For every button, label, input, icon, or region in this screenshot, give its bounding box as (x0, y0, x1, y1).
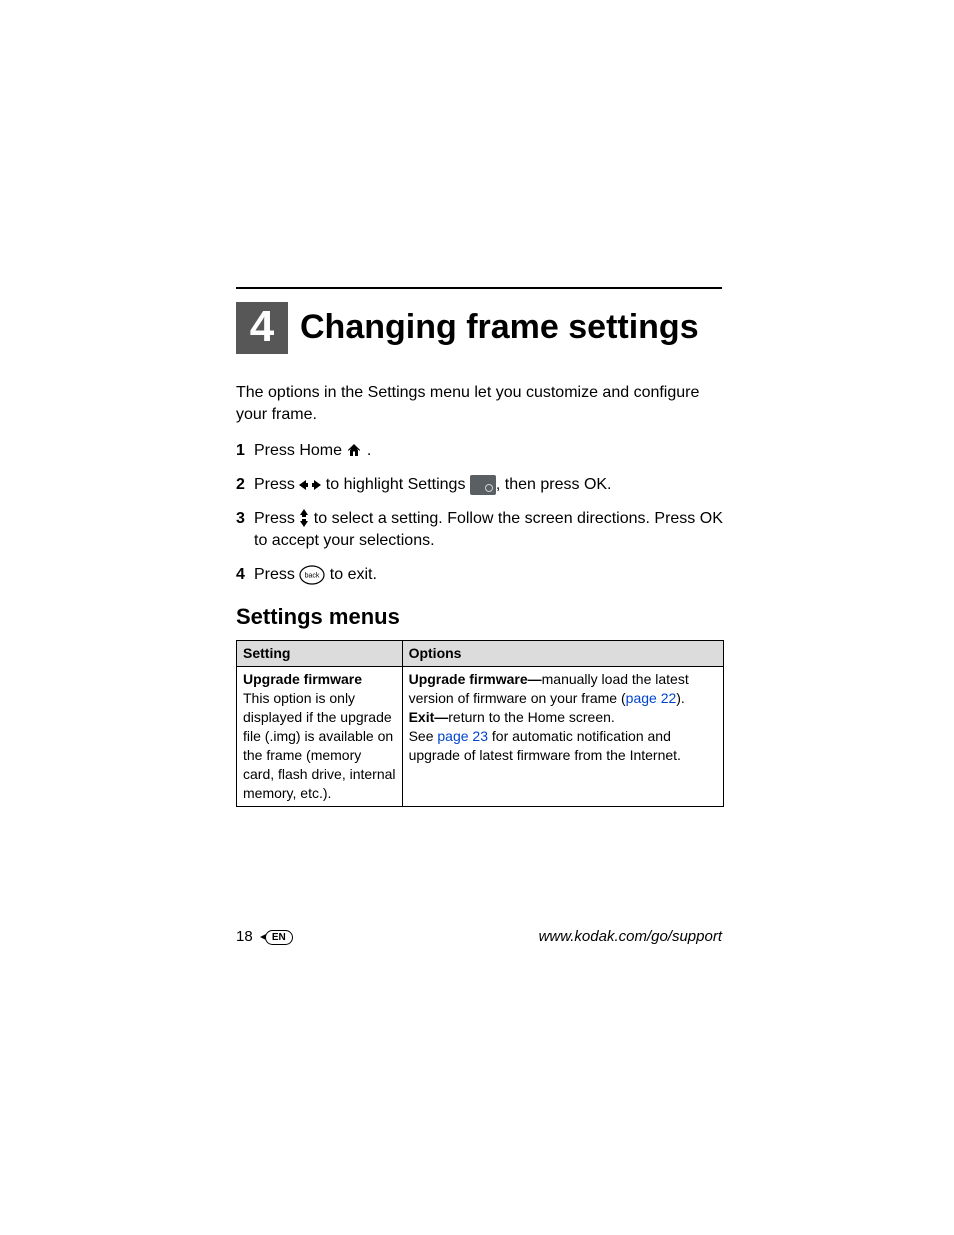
link-page-22[interactable]: page 22 (626, 690, 677, 706)
step-2: Press to highlight Settings , then press… (236, 474, 724, 496)
step-2-text-a: Press (254, 476, 299, 493)
step-4: Press back to exit. (236, 564, 724, 586)
option-2-label: Exit— (409, 709, 449, 725)
step-1-text-a: Press Home (254, 442, 346, 459)
top-rule (236, 287, 722, 289)
step-3: Press to select a setting. Follow the sc… (236, 508, 724, 552)
option-upgrade-firmware: Upgrade firmware—manually load the lates… (409, 670, 717, 708)
step-4-text-a: Press (254, 566, 299, 583)
link-page-23[interactable]: page 23 (437, 728, 488, 744)
support-url[interactable]: www.kodak.com/go/support (539, 928, 722, 945)
chapter-header: 4 Changing frame settings (236, 302, 724, 354)
chapter-title: Changing frame settings (300, 302, 699, 354)
page-number: 18 (236, 928, 253, 945)
step-1-text-b: . (362, 442, 371, 459)
intro-paragraph: The options in the Settings menu let you… (236, 382, 724, 426)
option-3-text-a: See (409, 728, 438, 744)
setting-note: This option is only displayed if the upg… (243, 690, 396, 801)
page-footer: 18 EN www.kodak.com/go/support (236, 928, 722, 945)
step-2-text-b: to highlight Settings (321, 476, 470, 493)
col-setting-header: Setting (237, 641, 403, 667)
option-see-page-23: See page 23 for automatic notification a… (409, 727, 717, 765)
step-list: Press Home . Press to highlight Settings… (236, 440, 724, 586)
home-icon (346, 442, 362, 456)
chapter-number-box: 4 (236, 302, 288, 354)
back-button-icon: back (299, 565, 325, 585)
setting-name: Upgrade firmware (243, 670, 396, 689)
table-header-row: Setting Options (237, 641, 724, 667)
setting-cell: Upgrade firmware This option is only dis… (237, 667, 403, 807)
step-4-text-b: to exit. (325, 566, 377, 583)
step-3-text-b: to select a setting. Follow the screen d… (254, 510, 723, 549)
settings-icon (470, 475, 496, 495)
manual-page: 4 Changing frame settings The options in… (0, 0, 954, 1235)
step-3-text-a: Press (254, 510, 299, 527)
settings-table: Setting Options Upgrade firmware This op… (236, 640, 724, 807)
option-1-text-b: ). (676, 690, 685, 706)
option-1-label: Upgrade firmware— (409, 671, 542, 687)
step-1: Press Home . (236, 440, 724, 462)
col-options-header: Options (402, 641, 723, 667)
section-heading: Settings menus (236, 604, 724, 630)
svg-text:back: back (305, 573, 320, 580)
option-2-text: return to the Home screen. (448, 709, 615, 725)
left-right-arrows-icon (299, 476, 321, 488)
up-down-arrows-icon (299, 509, 309, 527)
option-exit: Exit—return to the Home screen. (409, 708, 717, 727)
table-row-upgrade-firmware: Upgrade firmware This option is only dis… (237, 667, 724, 807)
step-2-text-c: , then press OK. (496, 476, 612, 493)
language-badge: EN (265, 930, 293, 945)
options-cell: Upgrade firmware—manually load the lates… (402, 667, 723, 807)
